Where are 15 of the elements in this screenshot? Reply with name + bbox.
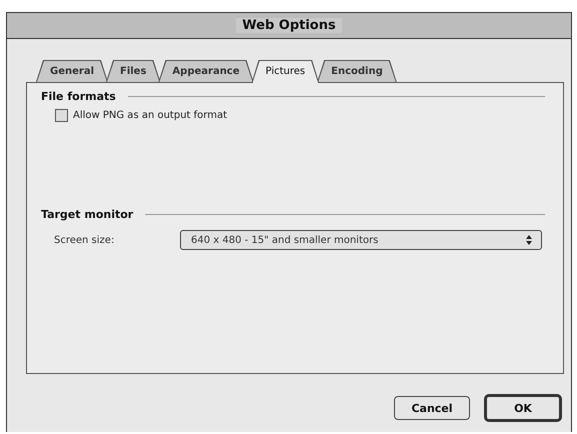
window-title: Web Options [236, 18, 342, 33]
tab[interactable]: Appearance [158, 60, 254, 82]
screen-size-select[interactable]: 640 x 480 - 15" and smaller monitors [180, 230, 542, 250]
dialog-button[interactable]: OK [484, 394, 562, 422]
section-heading: File formats [41, 90, 116, 103]
field-label: Screen size: [54, 234, 116, 246]
section-heading: Target monitor [41, 208, 134, 221]
tab[interactable]: General [36, 60, 108, 82]
tab[interactable]: Pictures [252, 60, 320, 83]
checkbox[interactable] [55, 109, 68, 122]
checkbox-label[interactable]: Allow PNG as an output format [73, 110, 227, 121]
tab[interactable]: Encoding [317, 60, 397, 82]
updown-arrows-icon [525, 234, 533, 246]
dialog-button[interactable]: Cancel [394, 396, 470, 420]
tab[interactable]: Files [106, 60, 160, 82]
